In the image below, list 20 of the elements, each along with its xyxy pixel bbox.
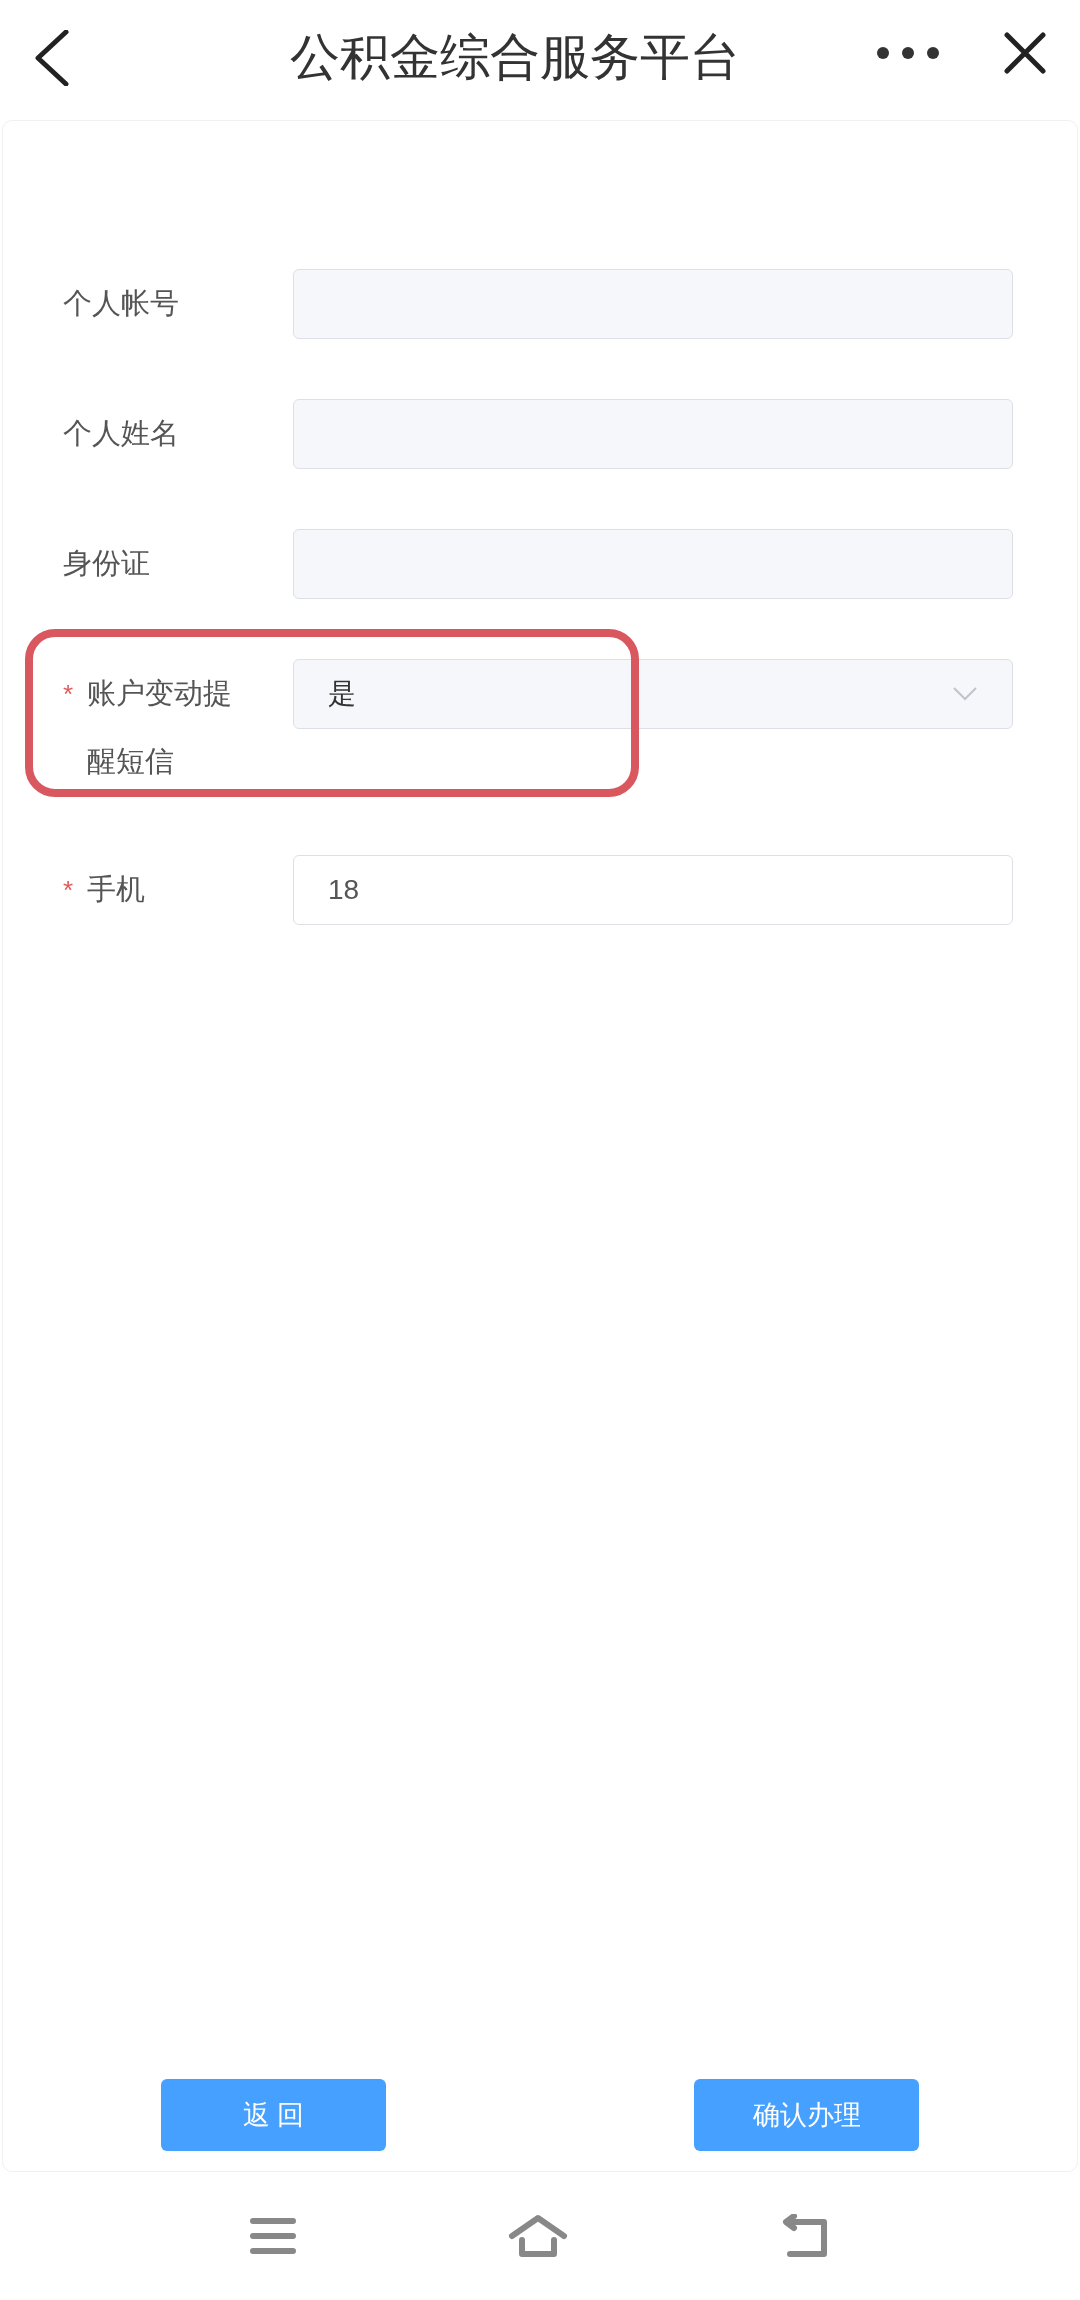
select-field[interactable]: 是 [293,659,1013,729]
input-field[interactable]: 18 [293,855,1013,925]
input-field[interactable] [293,529,1013,599]
required-mark: * [63,874,75,907]
menu-icon[interactable] [250,2217,296,2255]
field-label: 手机 [87,872,146,907]
field-label: 账户变动提醒短信 [87,676,233,779]
back-arrow-icon[interactable] [780,2214,830,2258]
required-mark: * [63,678,75,711]
back-icon[interactable] [34,30,70,86]
input-field[interactable] [293,269,1013,339]
field-label: 身份证 [63,546,151,581]
input-field[interactable] [293,399,1013,469]
field-label: 个人姓名 [63,416,180,451]
more-icon[interactable] [876,46,940,60]
field-label: 个人帐号 [63,286,180,321]
chevron-down-icon [952,686,978,702]
close-icon[interactable] [1004,32,1046,74]
page-title: 公积金综合服务平台 [290,28,740,87]
home-icon[interactable] [508,2214,568,2258]
